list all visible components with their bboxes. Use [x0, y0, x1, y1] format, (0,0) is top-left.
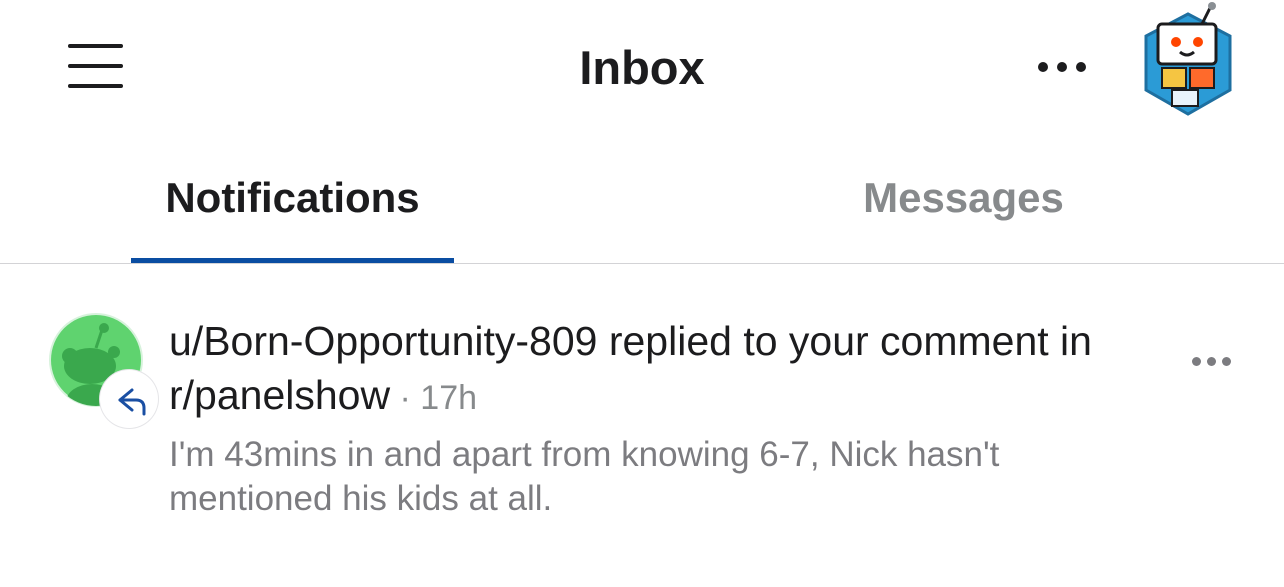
tabs-divider — [0, 263, 1284, 264]
user-avatar-icon[interactable] — [1140, 0, 1236, 118]
reply-arrow-icon — [100, 370, 158, 428]
notification-item[interactable]: u/Born-Opportunity-809 replied to your c… — [0, 290, 1284, 550]
notification-body: I'm 43mins in and apart from knowing 6-7… — [169, 435, 1000, 518]
notification-headline: u/Born-Opportunity-809 replied to your c… — [169, 318, 1092, 418]
hamburger-menu-icon[interactable] — [68, 44, 124, 88]
top-bar: Inbox — [0, 0, 1284, 135]
notification-time: 17h — [420, 379, 478, 417]
notification-text: u/Born-Opportunity-809 replied to your c… — [169, 314, 1169, 521]
more-options-icon[interactable] — [1030, 50, 1094, 82]
notification-title: u/Born-Opportunity-809 replied to your c… — [169, 314, 1169, 425]
tab-notifications[interactable]: Notifications — [131, 170, 454, 226]
notification-separator: · — [390, 379, 421, 417]
notification-more-icon[interactable] — [1186, 350, 1238, 374]
inbox-tabs: Notifications Messages — [0, 150, 1284, 264]
tab-messages[interactable]: Messages — [802, 170, 1125, 226]
